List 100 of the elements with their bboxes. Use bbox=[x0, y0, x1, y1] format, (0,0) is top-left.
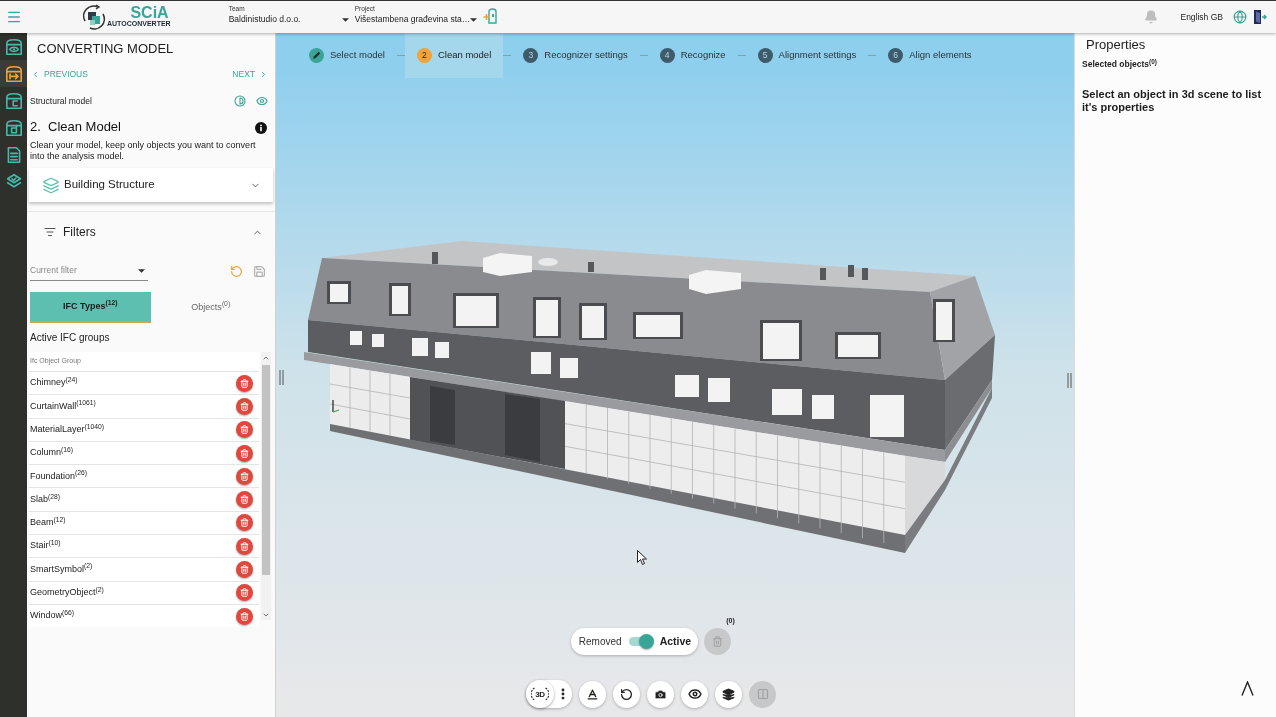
caret-down-icon bbox=[470, 17, 478, 22]
model-label: Structural model bbox=[30, 94, 92, 108]
delete-group-button[interactable] bbox=[236, 537, 254, 555]
step-button[interactable]: 2 Clean model bbox=[404, 33, 504, 78]
filter-tab[interactable]: Objects$^{(0)}$ bbox=[150, 292, 271, 323]
cube-check-icon bbox=[5, 173, 22, 190]
group-name: Column$^{(16)}$ bbox=[30, 446, 74, 460]
trash-icon bbox=[712, 636, 724, 647]
group-name: Beam$^{(12)}$ bbox=[30, 516, 66, 530]
logo-brand: SCiA bbox=[130, 4, 169, 20]
removed-label: Removed bbox=[578, 635, 622, 649]
step-button[interactable]: 6 Align elements bbox=[876, 33, 984, 78]
scrollbar-thumb[interactable] bbox=[262, 365, 270, 575]
properties-hint: Select an object in 3d scene to list it's properties bbox=[1082, 88, 1263, 114]
building-structure-header[interactable]: Building Structure bbox=[29, 168, 273, 202]
delete-group-button[interactable] bbox=[236, 421, 254, 439]
chevron-up-icon bbox=[1241, 681, 1254, 696]
trash-icon bbox=[240, 611, 250, 621]
trash-icon bbox=[240, 495, 250, 505]
delete-group-button[interactable] bbox=[236, 514, 254, 532]
delete-group-button[interactable] bbox=[236, 584, 254, 602]
contrast-button[interactable] bbox=[234, 95, 246, 107]
delete-group-button[interactable] bbox=[236, 561, 254, 578]
trash-icon bbox=[240, 518, 250, 528]
step-heading-number: 2. bbox=[30, 118, 42, 137]
text-style-button[interactable] bbox=[579, 680, 606, 708]
filters-header[interactable]: Filters bbox=[27, 212, 275, 252]
layers-button[interactable] bbox=[715, 680, 742, 708]
visibility-switch[interactable] bbox=[627, 633, 654, 650]
group-name: Chimney$^{(24)}$ bbox=[30, 376, 78, 390]
reset-view-button[interactable] bbox=[613, 680, 640, 708]
visibility-toggle-button[interactable] bbox=[255, 95, 269, 107]
trash-icon bbox=[240, 401, 250, 411]
group-name: Slab$^{(28)}$ bbox=[30, 492, 61, 506]
trash-icon bbox=[240, 471, 250, 481]
rotate-icon bbox=[620, 687, 633, 701]
scroll-up-icon bbox=[262, 354, 270, 362]
filter-tab[interactable]: IFC Types$^{(12)}$ bbox=[30, 292, 151, 323]
delete-group-button[interactable] bbox=[236, 491, 254, 509]
logout-button[interactable] bbox=[1253, 9, 1267, 25]
filter-icon bbox=[44, 226, 56, 238]
menu-icon bbox=[6, 9, 22, 25]
mouse-pointer-icon bbox=[637, 550, 647, 565]
active-label: Active bbox=[659, 633, 692, 649]
step-button[interactable]: 5 Alignment settings bbox=[745, 33, 869, 78]
chevron-right-icon bbox=[259, 69, 268, 79]
view-3d-button[interactable]: 3D bbox=[526, 680, 554, 708]
filter-select[interactable]: Current filter bbox=[30, 261, 148, 281]
globe-icon bbox=[1233, 10, 1247, 24]
resize-handle-icon[interactable] bbox=[1067, 373, 1072, 388]
collapse-button[interactable] bbox=[1241, 681, 1254, 696]
building-plus-icon bbox=[482, 8, 497, 24]
caret-down-icon bbox=[341, 17, 349, 22]
add-model-button[interactable] bbox=[482, 8, 497, 24]
step-number: 2 bbox=[416, 48, 432, 63]
language-button[interactable]: English GB bbox=[1180, 9, 1247, 25]
contrast-icon bbox=[234, 95, 246, 107]
step-number: 4 bbox=[659, 48, 675, 63]
split-view-icon bbox=[756, 688, 769, 700]
camera-icon bbox=[654, 687, 667, 701]
delete-group-button[interactable] bbox=[236, 374, 254, 392]
visibility-button[interactable] bbox=[681, 680, 708, 708]
building-eye-icon bbox=[5, 38, 22, 55]
group-name: CurtainWall$^{(1061)}$ bbox=[30, 399, 96, 413]
trash-icon bbox=[240, 565, 250, 574]
team-select[interactable]: Baldinistudio d.o.o. bbox=[228, 12, 349, 27]
groups-title: Active IFC groups bbox=[29, 331, 111, 345]
bell-icon bbox=[1144, 10, 1159, 24]
document-icon bbox=[5, 146, 22, 163]
delete-group-button[interactable] bbox=[236, 397, 254, 415]
caret-down-icon bbox=[138, 268, 145, 273]
properties-title: Properties bbox=[1086, 37, 1147, 53]
save-icon bbox=[253, 264, 266, 278]
layers-icon bbox=[42, 176, 60, 194]
screenshot-button[interactable] bbox=[647, 680, 674, 708]
building-icon bbox=[5, 119, 22, 136]
trash-icon bbox=[240, 448, 250, 458]
project-select[interactable]: Višestambena građevina sta… bbox=[354, 12, 475, 27]
resize-handle-icon[interactable] bbox=[279, 370, 284, 385]
scroll-down-icon bbox=[262, 611, 270, 619]
group-name: MaterialLayer$^{(1040)}$ bbox=[30, 423, 105, 436]
step-heading: Clean Model bbox=[48, 118, 121, 137]
trash-icon bbox=[240, 378, 250, 388]
sidebar-item[interactable] bbox=[0, 60, 27, 87]
step-button[interactable]: 4 Recognize bbox=[647, 33, 738, 78]
step-button[interactable]: Select model bbox=[297, 33, 397, 78]
menu-button[interactable] bbox=[6, 9, 22, 25]
eye-icon bbox=[687, 687, 702, 701]
step-number: 5 bbox=[757, 48, 773, 63]
scrollbar[interactable] bbox=[261, 352, 271, 620]
delete-group-button[interactable] bbox=[236, 467, 254, 485]
delete-group-button[interactable] bbox=[236, 607, 254, 625]
group-name: Window$^{(66)}$ bbox=[30, 609, 75, 623]
step-button[interactable]: 3 Recognizer settings bbox=[511, 33, 640, 78]
group-name: SmartSymbol$^{(2)}$ bbox=[30, 562, 93, 576]
delete-group-button[interactable] bbox=[236, 444, 254, 462]
exit-door-icon bbox=[1253, 9, 1267, 25]
panel-title: CONVERTING MODEL bbox=[37, 41, 175, 57]
chevron-left-icon bbox=[31, 69, 40, 79]
step-number: 3 bbox=[523, 48, 539, 63]
